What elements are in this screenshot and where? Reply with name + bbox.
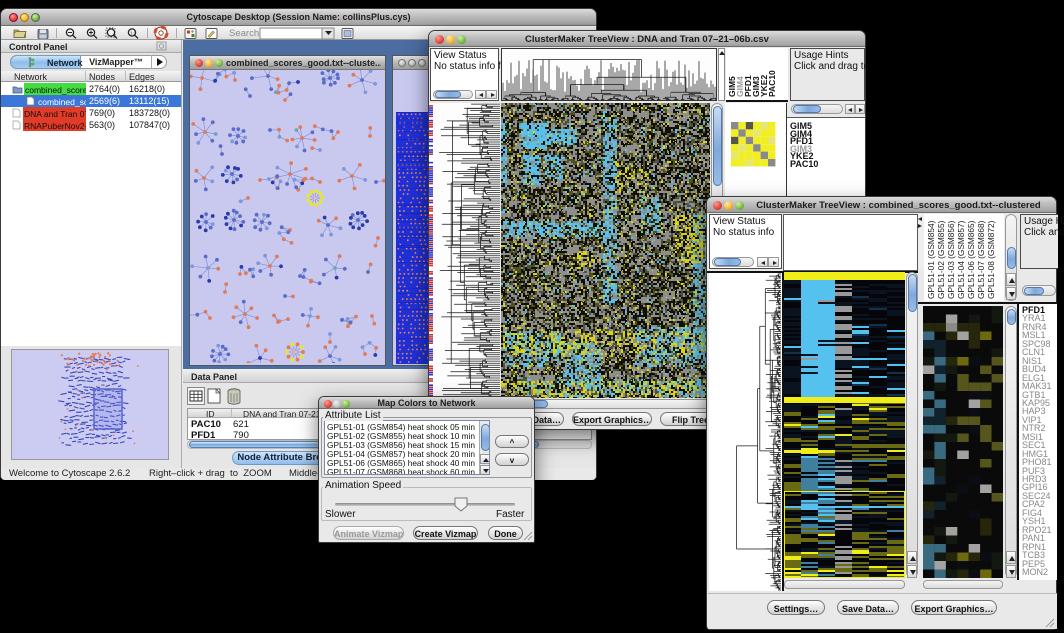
svg-text:Search:: Search: xyxy=(229,28,262,39)
svg-text:1:1: 1:1 xyxy=(130,31,137,36)
